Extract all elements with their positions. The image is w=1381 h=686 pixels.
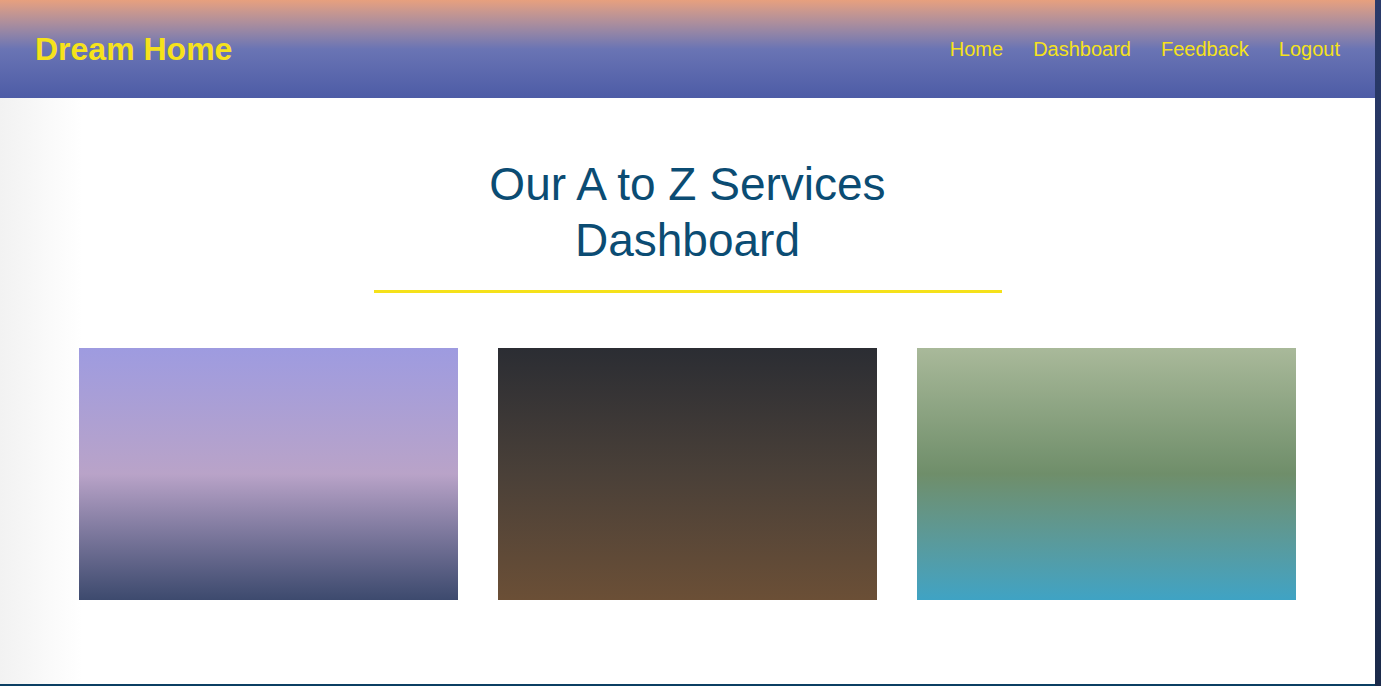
page-heading: Our A to Z ServicesDashboard bbox=[489, 156, 885, 268]
heading-line: Dashboard bbox=[575, 212, 800, 268]
nav-link[interactable]: Dashboard bbox=[1033, 36, 1131, 62]
window-edge bbox=[1375, 0, 1381, 686]
header-banner: Dream Home Home Dashboard Feedback Logout bbox=[0, 0, 1375, 98]
bank-loan-card[interactable] bbox=[917, 348, 1296, 600]
heading-line: Our A to Z Services bbox=[489, 156, 885, 212]
nav-link[interactable]: Logout bbox=[1279, 36, 1340, 62]
heading-underline bbox=[374, 290, 1002, 293]
nav-link[interactable]: Home bbox=[950, 36, 1003, 62]
logo[interactable]: Dream Home bbox=[35, 29, 232, 69]
nav-bar: Home Dashboard Feedback Logout bbox=[950, 36, 1340, 62]
lawyer-search-card[interactable] bbox=[498, 348, 877, 600]
nav-link[interactable]: Feedback bbox=[1161, 36, 1249, 62]
page: Dream Home Home Dashboard Feedback Logout O… bbox=[0, 0, 1375, 686]
main-content: Our A to Z ServicesDashboard bbox=[0, 98, 1375, 684]
home-search-card[interactable] bbox=[79, 348, 458, 600]
service-cards bbox=[79, 348, 1296, 600]
